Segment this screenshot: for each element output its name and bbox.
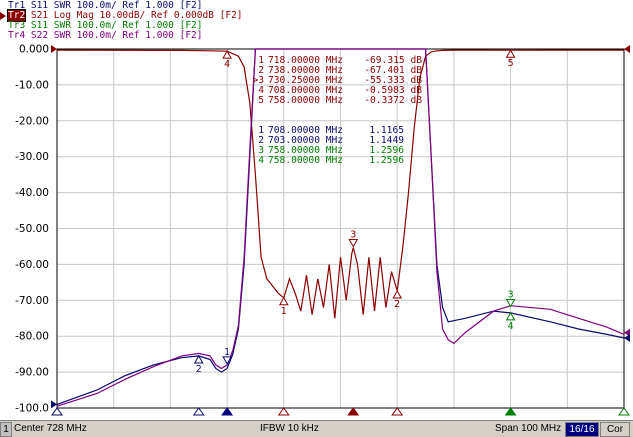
center-frequency[interactable]: Center 728 MHz <box>14 422 87 436</box>
correction-status[interactable]: Cor <box>600 422 630 437</box>
marker-number-label: 3 <box>350 230 356 241</box>
marker-readout-number: 4 <box>258 155 264 166</box>
marker-readout-value: -0.3372 dB <box>364 95 422 106</box>
x-axis-marker-icon[interactable] <box>221 407 234 416</box>
channel-indicator[interactable]: 1 <box>0 422 12 437</box>
trace-start-icon <box>51 400 57 409</box>
marker-number-label: 4 <box>508 321 514 332</box>
x-axis-marker-icon[interactable] <box>277 407 290 416</box>
plot-area[interactable]: 0.000 -10.00 -20.00 -30.00 -40.00 -50.00 -60.0… <box>0 0 633 420</box>
x-axis-marker-icon[interactable] <box>504 407 517 416</box>
x-axis-marker-icon[interactable] <box>51 407 63 416</box>
marker-number-label: 3 <box>508 289 514 300</box>
marker-number-label: 1 <box>281 306 287 317</box>
marker-readout-value: 1.2596 <box>369 155 404 166</box>
x-axis-marker-icon[interactable] <box>192 407 205 416</box>
y-tick-label: -30.00 <box>15 151 49 163</box>
marker-number-label: 2 <box>196 364 202 375</box>
marker-number-label: 1 <box>224 347 230 358</box>
marker-number-label: 2 <box>394 299 400 310</box>
y-tick-label: 0.000 <box>19 44 49 56</box>
reference-level-right-icon[interactable] <box>624 45 630 53</box>
marker-readout-number: 5 <box>258 95 264 106</box>
x-axis-marker-icon[interactable] <box>618 407 630 416</box>
marker-5-s21-icon[interactable] <box>505 49 516 58</box>
marker-3-s21-icon[interactable] <box>348 239 359 248</box>
status-bar: 1 Center 728 MHz IFBW 10 kHz Span 100 MH… <box>0 420 633 437</box>
ifbw-value[interactable]: IFBW 10 kHz <box>260 422 319 436</box>
y-tick-label: -40.00 <box>15 187 49 199</box>
marker-readout-frequency: 758.00000 MHz <box>268 95 343 106</box>
y-tick-label: -70.00 <box>15 295 49 307</box>
marker-number-label: 5 <box>508 58 514 69</box>
trace-end-icon <box>624 333 630 342</box>
y-tick-label: -50.00 <box>15 223 49 235</box>
reference-level-left-icon[interactable] <box>51 45 57 53</box>
y-tick-label: -100.0 <box>15 403 49 415</box>
marker-1-s21-icon[interactable] <box>278 296 289 306</box>
marker-2-s21-icon[interactable] <box>392 289 403 299</box>
span-frequency[interactable]: Span 100 MHz <box>495 422 561 436</box>
x-axis-marker-icon[interactable] <box>347 407 360 416</box>
y-tick-label: -20.00 <box>15 115 49 127</box>
x-axis-marker-icon[interactable] <box>391 407 404 416</box>
point-count: 16/16 <box>565 422 599 437</box>
marker-number-label: 4 <box>224 59 230 70</box>
y-tick-label: -60.00 <box>15 259 49 271</box>
y-tick-label: -90.00 <box>15 367 49 379</box>
y-tick-label: -80.00 <box>15 331 49 343</box>
marker-readout-frequency: 758.00000 MHz <box>268 155 343 166</box>
y-tick-label: -10.00 <box>15 79 49 91</box>
